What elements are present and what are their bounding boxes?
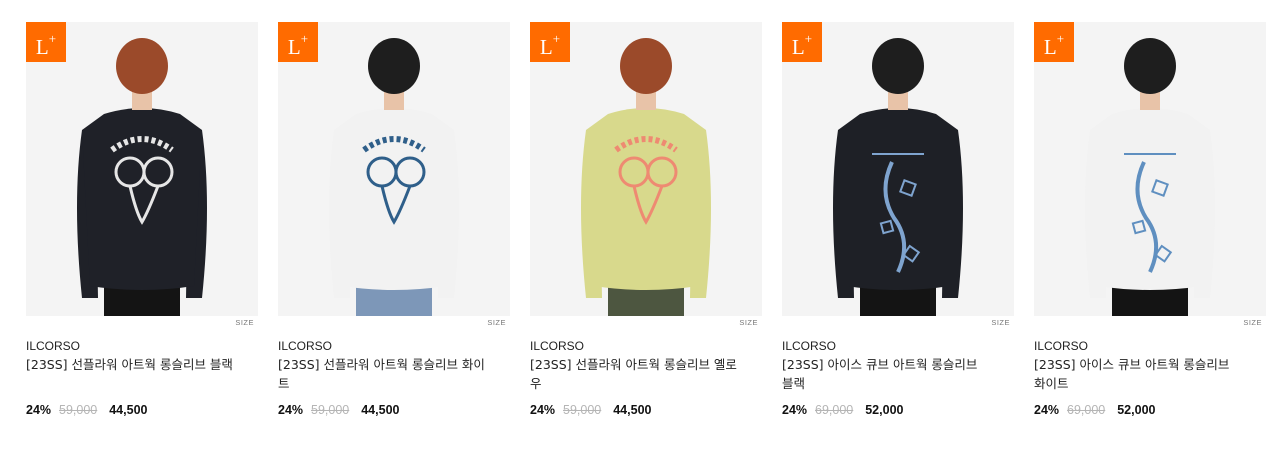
price-row: 24% 59,000 44,500 [26,402,147,417]
size-label[interactable]: SIZE [235,318,254,327]
original-price: 59,000 [311,403,350,417]
brand-name[interactable]: ILCORSO [782,339,836,353]
sale-price: 52,000 [865,403,904,417]
discount-rate: 24% [1034,403,1060,417]
size-label[interactable]: SIZE [739,318,758,327]
discount-rate: 24% [26,403,52,417]
model-photo [581,38,711,316]
price-row: 24% 69,000 52,000 [1034,402,1155,417]
size-label[interactable]: SIZE [487,318,506,327]
lplus-badge: L+ [278,22,318,62]
brand-name[interactable]: ILCORSO [278,339,332,353]
price-row: 24% 59,000 44,500 [530,402,651,417]
product-name[interactable]: [23SS] 선플라워 아트웍 롱슬리브 블랙 [26,355,236,374]
lplus-badge: L+ [1034,22,1074,62]
product-card[interactable]: L+ SIZE ILCORSO [23SS] 아이스 큐브 아트웍 롱슬리브 블… [782,22,1014,417]
model-photo [833,38,963,316]
sale-price: 52,000 [1117,403,1156,417]
original-price: 59,000 [59,403,98,417]
brand-name[interactable]: ILCORSO [530,339,584,353]
size-label[interactable]: SIZE [1243,318,1262,327]
product-card[interactable]: L+ SIZE ILCORSO [23SS] 아이스 큐브 아트웍 롱슬리브 화… [1034,22,1266,417]
product-name[interactable]: [23SS] 아이스 큐브 아트웍 롱슬리브 블랙 [782,355,992,393]
product-name[interactable]: [23SS] 아이스 큐브 아트웍 롱슬리브 화이트 [1034,355,1244,393]
product-image[interactable]: L+ [26,22,258,316]
model-photo [77,38,207,316]
original-price: 69,000 [815,403,854,417]
sale-price: 44,500 [613,403,652,417]
product-name[interactable]: [23SS] 선플라워 아트웍 롱슬리브 화이트 [278,355,488,393]
discount-rate: 24% [782,403,808,417]
product-card[interactable]: L+ SIZE ILCORSO [23SS] 선플라워 아트웍 롱슬리브 옐로우… [530,22,762,417]
product-image[interactable]: L+ [530,22,762,316]
product-name[interactable]: [23SS] 선플라워 아트웍 롱슬리브 옐로우 [530,355,740,393]
original-price: 59,000 [563,403,602,417]
brand-name[interactable]: ILCORSO [1034,339,1088,353]
lplus-badge: L+ [26,22,66,62]
model-photo [329,38,459,316]
discount-rate: 24% [278,403,304,417]
product-card[interactable]: L+ SIZE ILCORSO [23SS] 선플라워 아트웍 롱슬리브 화이트… [278,22,510,417]
sale-price: 44,500 [361,403,400,417]
discount-rate: 24% [530,403,556,417]
model-photo [1085,38,1215,316]
lplus-badge: L+ [782,22,822,62]
product-image[interactable]: L+ [278,22,510,316]
product-card[interactable]: L+ SIZE ILCORSO [23SS] 선플라워 아트웍 롱슬리브 블랙 … [26,22,258,417]
brand-name[interactable]: ILCORSO [26,339,80,353]
lplus-badge: L+ [530,22,570,62]
size-label[interactable]: SIZE [991,318,1010,327]
price-row: 24% 69,000 52,000 [782,402,903,417]
sale-price: 44,500 [109,403,148,417]
product-image[interactable]: L+ [782,22,1014,316]
original-price: 69,000 [1067,403,1106,417]
product-image[interactable]: L+ [1034,22,1266,316]
product-grid: L+ SIZE ILCORSO [23SS] 선플라워 아트웍 롱슬리브 블랙 … [0,0,1281,457]
price-row: 24% 59,000 44,500 [278,402,399,417]
